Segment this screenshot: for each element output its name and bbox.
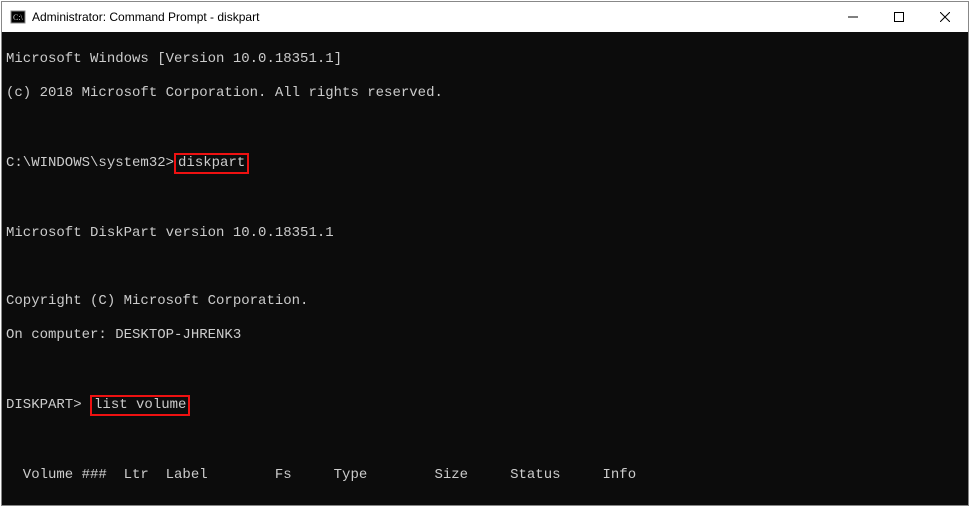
close-button[interactable] — [922, 2, 968, 32]
text-line: Microsoft DiskPart version 10.0.18351.1 — [6, 225, 964, 242]
titlebar[interactable]: C:\ Administrator: Command Prompt - disk… — [2, 2, 968, 32]
text-line: Microsoft Windows [Version 10.0.18351.1] — [6, 51, 964, 68]
command-prompt-window: C:\ Administrator: Command Prompt - disk… — [1, 1, 969, 506]
prompt-path: C:\WINDOWS\system32> — [6, 155, 174, 171]
table-divider: ---------- --- ----------- ----- -------… — [6, 501, 964, 505]
highlighted-command: diskpart — [174, 153, 249, 174]
highlighted-command: list volume — [90, 395, 190, 416]
text-line: Copyright (C) Microsoft Corporation. — [6, 293, 964, 310]
text-line: (c) 2018 Microsoft Corporation. All righ… — [6, 85, 964, 102]
maximize-button[interactable] — [876, 2, 922, 32]
cmd-icon: C:\ — [10, 9, 26, 25]
console-output[interactable]: Microsoft Windows [Version 10.0.18351.1]… — [2, 32, 968, 505]
table-header: Volume ### Ltr Label Fs Type Size Status… — [6, 467, 964, 484]
window-title: Administrator: Command Prompt - diskpart — [32, 10, 259, 24]
text-line: On computer: DESKTOP-JHRENK3 — [6, 327, 964, 344]
svg-text:C:\: C:\ — [13, 13, 24, 22]
minimize-button[interactable] — [830, 2, 876, 32]
diskpart-prompt: DISKPART> — [6, 397, 90, 413]
